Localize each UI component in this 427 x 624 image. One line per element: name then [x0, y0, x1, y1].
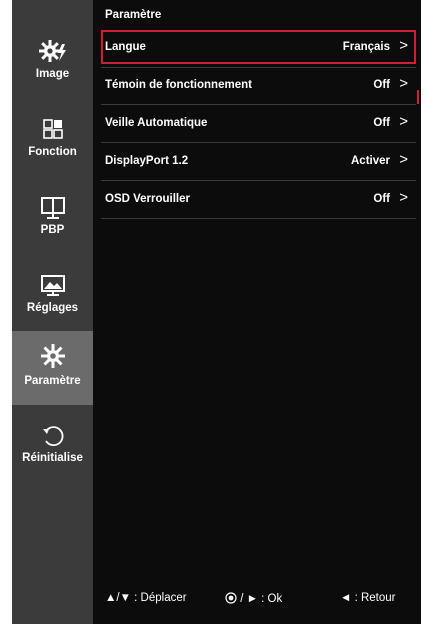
gear-icon — [12, 341, 93, 373]
chevron-right-icon: > — [399, 113, 408, 130]
sidebar-item-reinitialise[interactable]: Réinitialise — [12, 414, 93, 488]
hint-move: ▲/▼ : Déplacer — [105, 592, 187, 604]
setting-value: Off — [373, 117, 390, 129]
divider — [101, 142, 416, 143]
function-grid-icon — [12, 114, 93, 146]
sidebar: Image Fonction PBP Réglages Paramètre Ré… — [12, 0, 93, 624]
setting-row-displayport[interactable]: DisplayPort 1.2 Activer > — [101, 144, 416, 178]
sidebar-item-fonction[interactable]: Fonction — [12, 108, 93, 182]
chevron-right-icon: > — [399, 151, 408, 168]
setting-label: OSD Verrouiller — [105, 193, 191, 205]
landscape-adjust-icon — [12, 270, 93, 302]
chevron-right-icon: > — [399, 37, 408, 54]
page-title: Paramètre — [105, 9, 162, 21]
setting-label: Langue — [105, 41, 146, 53]
divider — [101, 218, 416, 219]
setting-row-veille[interactable]: Veille Automatique Off > — [101, 106, 416, 140]
picture-gear-icon — [12, 36, 93, 68]
setting-row-langue[interactable]: Langue Français > — [101, 30, 416, 64]
sidebar-item-label: Réglages — [26, 302, 79, 314]
setting-label: Veille Automatique — [105, 117, 208, 129]
pbp-monitor-icon — [12, 192, 93, 224]
chevron-right-icon: > — [399, 75, 408, 92]
sidebar-item-label: Réinitialise — [22, 452, 83, 464]
setting-label: DisplayPort 1.2 — [105, 155, 189, 167]
setting-label: Témoin de fonctionnement — [105, 79, 252, 91]
setting-row-osd-verrouiller[interactable]: OSD Verrouiller Off > — [101, 182, 416, 216]
sidebar-item-label: Image — [35, 68, 70, 80]
divider — [101, 104, 416, 105]
sidebar-item-label: PBP — [40, 224, 65, 236]
hint-back: ◄ : Retour — [340, 592, 396, 604]
sidebar-item-pbp[interactable]: PBP — [12, 186, 93, 260]
hint-ok-label: / ► : Ok — [240, 593, 283, 605]
sidebar-item-image[interactable]: Image — [12, 30, 93, 104]
setting-value: Off — [373, 79, 390, 91]
sidebar-item-reglages[interactable]: Réglages — [12, 264, 93, 338]
chevron-right-icon: > — [399, 189, 408, 206]
sidebar-item-parametre[interactable]: Paramètre — [12, 331, 93, 405]
setting-row-temoin[interactable]: Témoin de fonctionnement Off > — [101, 68, 416, 102]
scroll-indicator — [417, 90, 419, 104]
osd-window: Image Fonction PBP Réglages Paramètre Ré… — [12, 0, 421, 624]
hint-ok: / ► : Ok — [225, 592, 282, 605]
footer-hints: ▲/▼ : Déplacer / ► : Ok ◄ : Retour — [93, 588, 421, 610]
settings-panel: Paramètre Langue Français > Témoin de fo… — [93, 0, 421, 624]
divider — [101, 180, 416, 181]
setting-value: Off — [373, 193, 390, 205]
reset-icon — [12, 420, 93, 452]
sidebar-item-label: Fonction — [28, 146, 77, 158]
joystick-button-icon — [225, 592, 237, 604]
sidebar-item-label: Paramètre — [24, 375, 81, 387]
setting-value: Français — [342, 41, 390, 53]
setting-value: Activer — [351, 155, 390, 167]
